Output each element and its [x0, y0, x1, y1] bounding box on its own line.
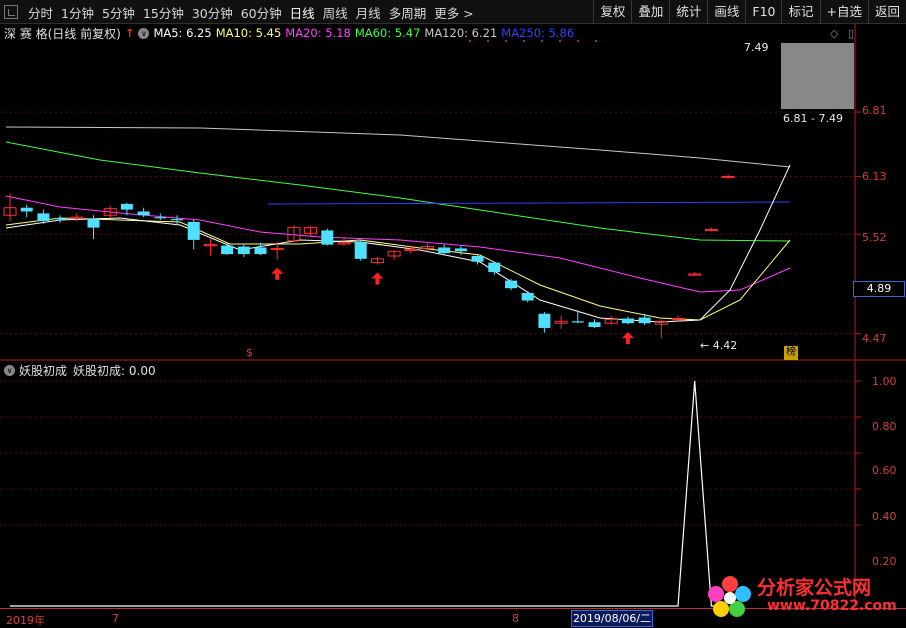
- indicator-tick: 0.80: [872, 420, 897, 433]
- candle-body: [237, 246, 250, 255]
- indicator-value: 妖股初成: 0.00: [73, 364, 156, 378]
- candle-body: [321, 230, 334, 245]
- indicator-tick: 0.60: [872, 464, 897, 477]
- marker-dot: [595, 40, 597, 42]
- buy-signal-arrow: [621, 332, 634, 345]
- indicator-title-bar: ∨ 妖股初成 妖股初成: 0.00: [4, 362, 156, 379]
- dividend-marker[interactable]: $: [246, 346, 253, 359]
- date-tick: 2019年: [6, 614, 45, 627]
- candle-body: [254, 247, 267, 255]
- ma20-line: [5, 195, 791, 293]
- candle-body: [187, 221, 200, 240]
- candle-body: [621, 318, 634, 324]
- candle-body: [221, 245, 234, 255]
- indicator-tick: 1.00: [872, 375, 897, 388]
- marker-dot: [523, 40, 525, 42]
- marker-dot: [469, 40, 471, 42]
- watermark-url: www.70822.com: [767, 598, 897, 614]
- ma5-line: [5, 164, 791, 323]
- candle-body: [505, 280, 517, 289]
- candle-body: [37, 213, 50, 221]
- price-range-box: [781, 43, 854, 109]
- price-tick: 6.13: [862, 170, 887, 183]
- price-range-label: 6.81 - 7.49: [783, 112, 843, 125]
- ma250-line: [267, 201, 791, 205]
- candle-body: [454, 248, 467, 252]
- marker-dot: [577, 40, 579, 42]
- watermark-text: 分析家公式网: [757, 577, 872, 599]
- ma60-line: [5, 141, 791, 242]
- ma120-line: [5, 126, 791, 168]
- kline-chart[interactable]: [0, 0, 906, 627]
- buy-signal-arrow: [371, 272, 384, 285]
- candle-body: [521, 292, 534, 301]
- candle-body: [354, 241, 367, 259]
- marker-dot: [487, 40, 489, 42]
- marker-dot: [559, 40, 561, 42]
- ma10-line: [5, 217, 791, 321]
- rank-badge[interactable]: 榜: [784, 346, 798, 360]
- indicator-tick: 0.40: [872, 510, 897, 523]
- date-tick: 8: [512, 612, 519, 625]
- cursor-date-badge: 2019/08/06/二: [571, 610, 653, 627]
- candle-body: [438, 247, 451, 254]
- low-price-label: ← 4.42: [700, 339, 738, 352]
- indicator-line: [10, 380, 729, 607]
- candle-body: [571, 321, 584, 323]
- current-price-badge: 4.89: [853, 281, 905, 297]
- marker-dot: [505, 40, 507, 42]
- indicator-name[interactable]: 妖股初成: [19, 362, 67, 379]
- candle-body: [120, 203, 133, 210]
- price-tick: 4.47: [862, 332, 887, 345]
- indicator-tick: 0.20: [872, 555, 897, 568]
- candle-body: [171, 219, 183, 221]
- price-tick: 6.81: [862, 104, 887, 117]
- date-tick: 7: [112, 612, 119, 625]
- buy-signal-arrow: [271, 267, 284, 280]
- candle-body: [137, 211, 150, 216]
- price-tick: 5.52: [862, 231, 887, 244]
- candle-body: [87, 219, 100, 228]
- candle-body: [538, 313, 551, 328]
- candle-body: [638, 317, 651, 324]
- site-watermark: 分析家公式网 www.70822.com: [703, 570, 903, 620]
- flower-logo-icon: [708, 576, 751, 617]
- candle-body: [20, 207, 33, 212]
- low-price-value: 4.42: [712, 339, 738, 352]
- candle-body: [588, 322, 601, 328]
- candle-body: [154, 217, 167, 219]
- candle-body: [471, 255, 484, 262]
- candle-body: [488, 262, 501, 273]
- candle-body: [54, 218, 67, 220]
- high-price-label: 7.49: [744, 41, 769, 54]
- marker-dot: [541, 40, 543, 42]
- chevron-down-icon[interactable]: ∨: [4, 365, 15, 376]
